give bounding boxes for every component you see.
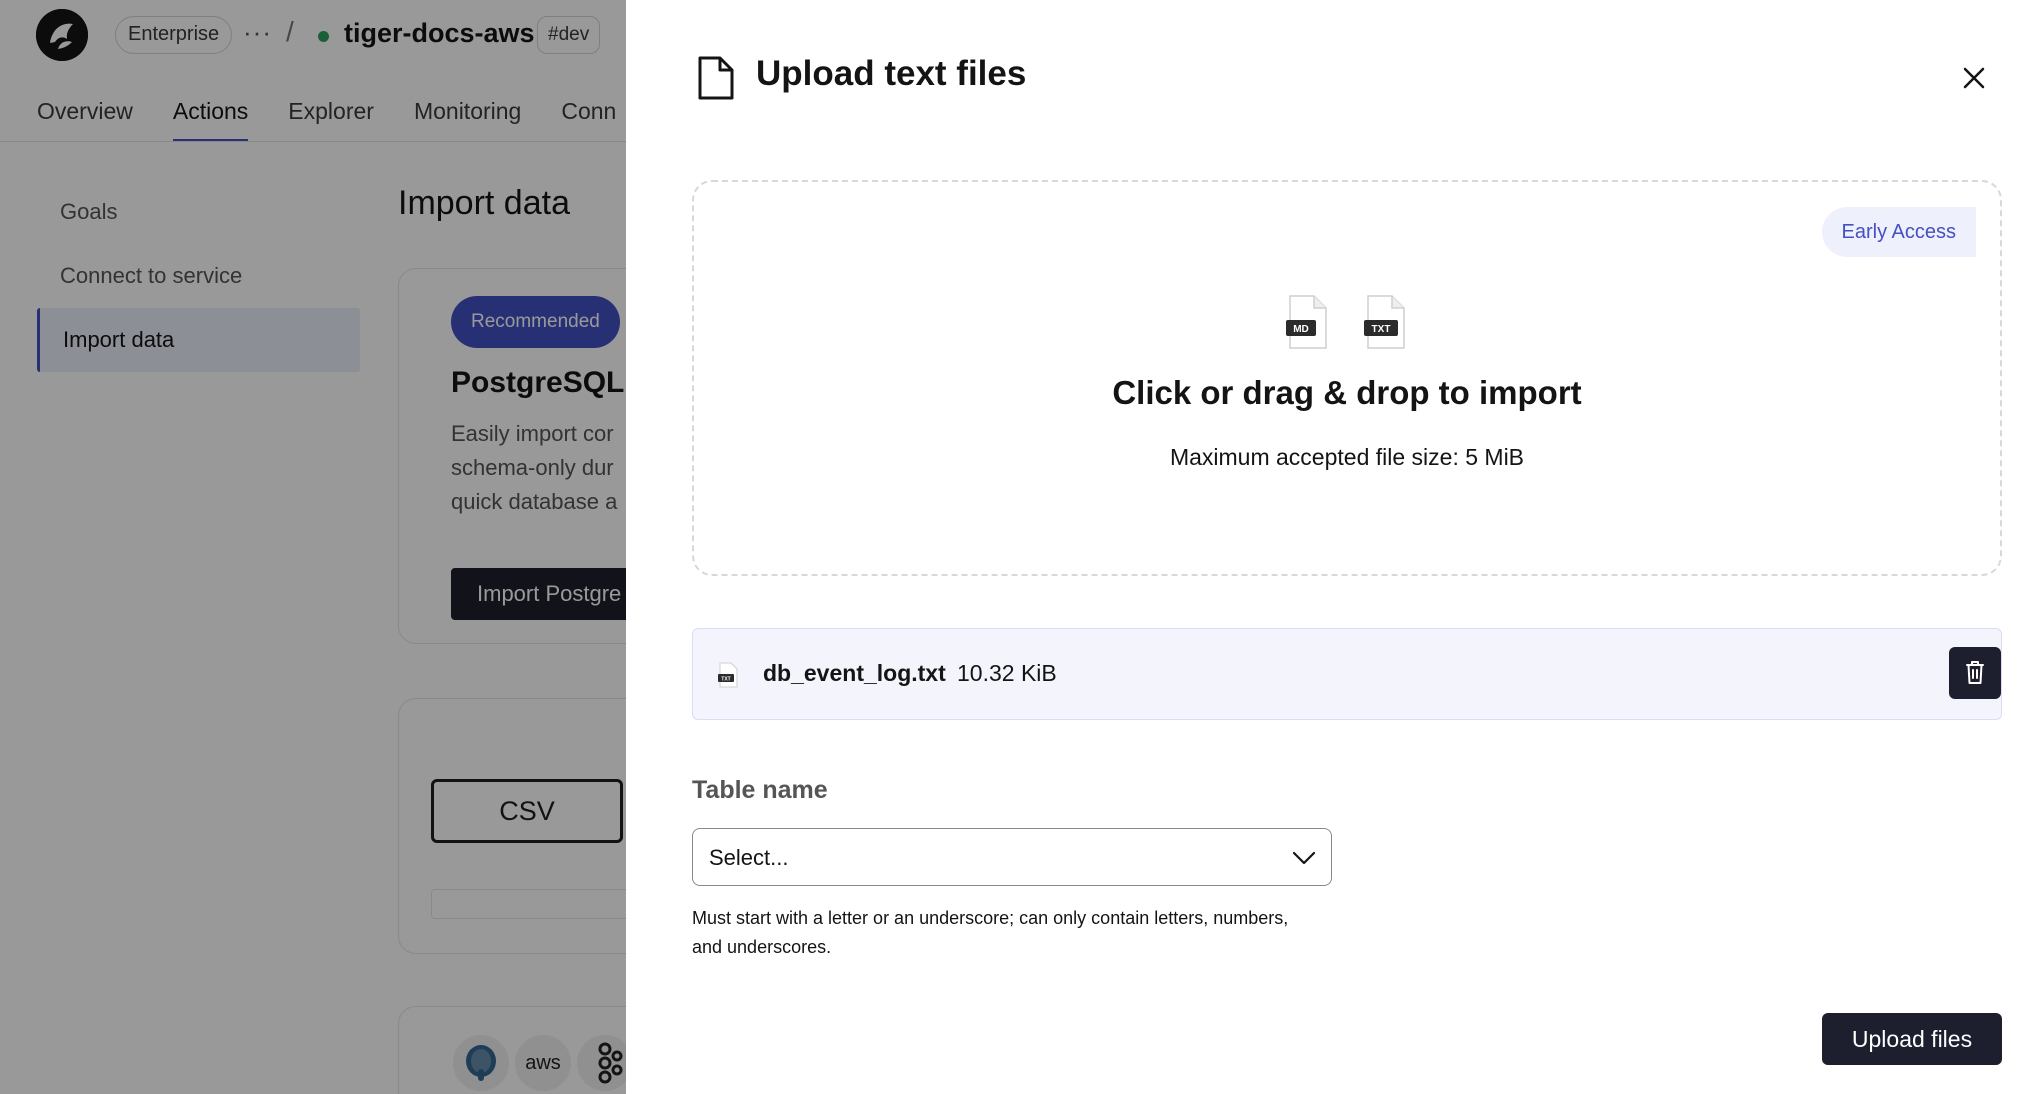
upload-files-button[interactable]: Upload files [1822,1013,2002,1065]
md-file-icon: MD [1286,295,1327,349]
txt-file-icon: TXT [718,662,738,688]
chevron-down-icon [1292,851,1316,865]
upload-drawer: Upload text files Early Access MD TXT Cl… [626,0,2030,1094]
dropzone-subtitle: Maximum accepted file size: 5 MiB [1169,444,1525,470]
file-size: 10.32 KiB [957,660,1057,686]
dropzone[interactable]: Early Access MD TXT Click or drag & drop… [692,180,2002,576]
md-file-label: MD [1293,324,1309,335]
uploaded-file-row: TXT db_event_log.txt 10.32 KiB [692,628,2002,720]
txt-file-icon: TXT [1364,295,1405,349]
table-name-label: Table name [692,776,828,804]
table-name-helper: Must start with a letter or an underscor… [692,908,1289,957]
select-value: Select... [709,845,789,870]
file-name: db_event_log.txt [763,660,946,686]
txt-file-label: TXT [1372,324,1391,335]
table-name-select[interactable]: Select... [692,828,1332,886]
file-type-label: TXT [721,677,730,683]
drawer-title: Upload text files [756,54,1027,93]
trash-icon [1966,661,1984,684]
delete-file-button[interactable] [1949,647,2001,699]
close-icon[interactable] [1958,62,1990,94]
early-access-badge: Early Access [1821,207,1976,257]
dropzone-title: Click or drag & drop to import [1112,374,1582,411]
modal-overlay[interactable] [0,0,626,1094]
file-icon [698,56,734,100]
file-type-icons: MD TXT [1284,294,1414,350]
